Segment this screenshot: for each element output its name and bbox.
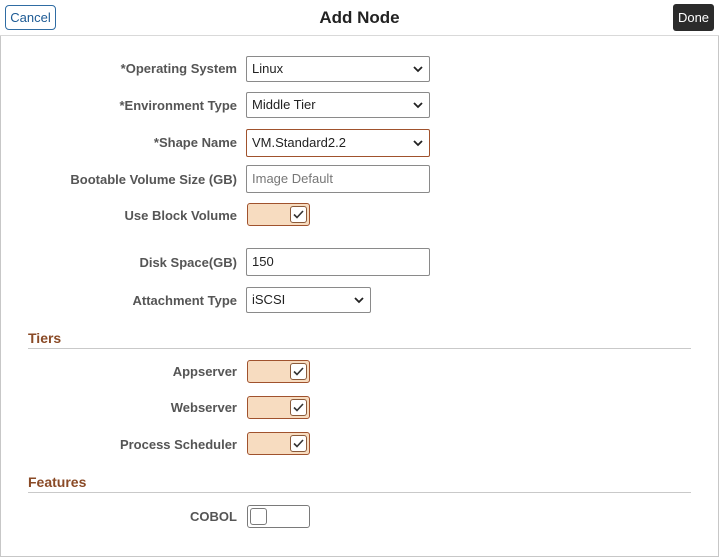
attachment-type-label: Attachment Type — [132, 293, 238, 308]
header-bar: Add Node Cancel Done — [0, 0, 719, 36]
use-block-volume-toggle[interactable] — [247, 203, 310, 226]
chevron-down-icon — [413, 93, 423, 117]
use-block-volume-label: Use Block Volume — [124, 208, 237, 223]
process-scheduler-label: Process Scheduler — [119, 437, 237, 452]
shape-name-label: *Shape Name — [153, 135, 237, 150]
cobol-toggle[interactable] — [247, 505, 310, 528]
chevron-down-icon — [413, 57, 423, 81]
disk-space-value: 150 — [252, 254, 274, 269]
environment-type-value: Middle Tier — [252, 97, 316, 112]
tiers-section-title: Tiers — [28, 330, 62, 346]
attachment-type-select[interactable]: iSCSI — [246, 287, 371, 313]
webserver-toggle[interactable] — [247, 396, 310, 419]
features-divider — [28, 492, 691, 493]
chevron-down-icon — [413, 130, 423, 156]
environment-type-select[interactable]: Middle Tier — [246, 92, 430, 118]
shape-name-value: VM.Standard2.2 — [252, 135, 346, 150]
cancel-button[interactable]: Cancel — [5, 5, 56, 30]
checkmark-icon — [290, 206, 307, 223]
appserver-toggle[interactable] — [247, 360, 310, 383]
appserver-label: Appserver — [172, 364, 237, 379]
features-section-title: Features — [28, 474, 87, 490]
done-button[interactable]: Done — [673, 4, 714, 31]
page-frame — [0, 0, 719, 557]
bootable-volume-label: Bootable Volume Size (GB) — [70, 172, 237, 187]
chevron-down-icon — [354, 288, 364, 312]
operating-system-select[interactable]: Linux — [246, 56, 430, 82]
checkmark-icon — [290, 435, 307, 452]
process-scheduler-toggle[interactable] — [247, 432, 310, 455]
bootable-volume-input[interactable]: Image Default — [246, 165, 430, 193]
attachment-type-value: iSCSI — [252, 292, 286, 307]
disk-space-input[interactable]: 150 — [246, 248, 430, 276]
page-title: Add Node — [319, 8, 400, 27]
tiers-divider — [28, 348, 691, 349]
cobol-label: COBOL — [190, 509, 237, 524]
operating-system-value: Linux — [252, 61, 284, 76]
operating-system-label: *Operating System — [120, 61, 237, 76]
toggle-knob — [250, 508, 267, 525]
bootable-volume-placeholder: Image Default — [252, 171, 333, 186]
checkmark-icon — [290, 399, 307, 416]
checkmark-icon — [290, 363, 307, 380]
environment-type-label: *Environment Type — [119, 98, 237, 113]
disk-space-label: Disk Space(GB) — [139, 255, 237, 270]
webserver-label: Webserver — [170, 400, 237, 415]
shape-name-select[interactable]: VM.Standard2.2 — [246, 129, 430, 157]
